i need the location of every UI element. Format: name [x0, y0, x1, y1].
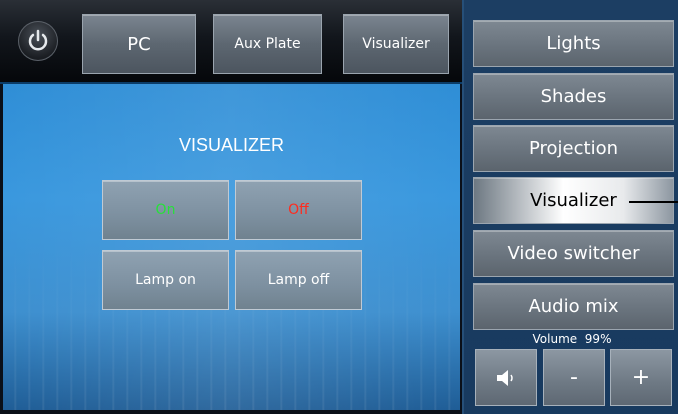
sidebar-item-projection[interactable]: Projection — [473, 125, 674, 172]
on-button[interactable]: On — [102, 180, 229, 240]
volume-label: Volume — [532, 332, 578, 346]
top-bar: PC Aux Plate Visualizer — [0, 0, 464, 84]
power-icon — [28, 29, 48, 51]
sidebar-item-shades[interactable]: Shades — [473, 73, 674, 120]
source-aux-plate-button[interactable]: Aux Plate — [213, 14, 322, 74]
volume-up-button[interactable]: + — [610, 349, 672, 406]
speaker-icon — [497, 369, 513, 386]
source-pc-button[interactable]: PC — [82, 14, 196, 74]
volume-value: 99% — [584, 332, 612, 346]
sidebar-item-lights[interactable]: Lights — [473, 20, 674, 67]
sidebar-item-audio-mix[interactable]: Audio mix — [473, 283, 674, 330]
off-button[interactable]: Off — [235, 180, 362, 240]
volume-readout: Volume 99% — [464, 332, 678, 346]
mute-button[interactable] — [475, 349, 537, 406]
sidebar-item-video-switcher[interactable]: Video switcher — [473, 230, 674, 277]
source-visualizer-button[interactable]: Visualizer — [343, 14, 449, 74]
sidebar: Lights Shades Projection Visualizer Vide… — [462, 0, 678, 414]
power-button[interactable] — [18, 21, 58, 61]
lamp-on-button[interactable]: Lamp on — [102, 250, 229, 310]
page-title: VISUALIZER — [178, 135, 285, 155]
volume-down-button[interactable]: - — [543, 349, 605, 406]
background-streaks — [3, 240, 460, 410]
visualizer-panel: VISUALIZER On Off Lamp on Lamp off — [3, 84, 460, 410]
lamp-off-button[interactable]: Lamp off — [235, 250, 362, 310]
active-indicator — [629, 201, 678, 203]
